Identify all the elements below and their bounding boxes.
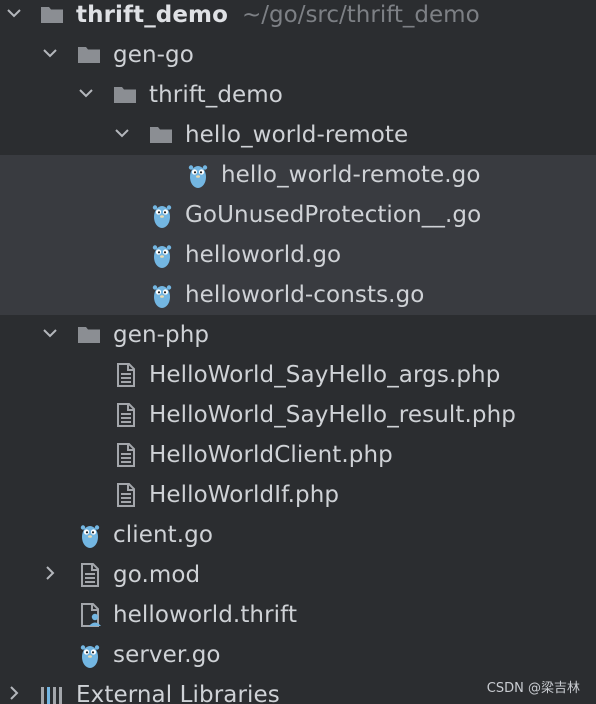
tree-label-php-say-hello-args: HelloWorld_SayHello_args.php (149, 362, 501, 388)
folder-icon (77, 315, 101, 355)
tree-row-go-unused-protection[interactable]: GoUnusedProtection__.go (0, 195, 596, 235)
tree-label-client-go: client.go (113, 522, 214, 548)
tree-row-helloworld-go[interactable]: helloworld.go (0, 235, 596, 275)
text-file-icon (116, 395, 140, 435)
tree-label-hello-world-remote: hello_world-remote (185, 122, 409, 148)
tree-row-helloworld-thrift[interactable]: helloworld.thrift (0, 595, 596, 635)
project-tree: thrift_demo ~/go/src/thrift_demo gen-go … (0, 0, 596, 704)
tree-label-php-client: HelloWorldClient.php (149, 442, 393, 468)
chevron-down-icon[interactable] (78, 75, 98, 115)
tree-row-gen-go[interactable]: gen-go (0, 35, 596, 75)
gopher-icon (79, 515, 103, 555)
libraries-icon (40, 675, 64, 704)
gopher-icon (151, 235, 175, 275)
tree-label-thrift-demo: thrift_demo (149, 82, 283, 108)
gopher-icon (151, 275, 175, 315)
thrift-file-icon (80, 595, 104, 635)
tree-row-php-client[interactable]: HelloWorldClient.php (0, 435, 596, 475)
tree-row-php-say-hello-result[interactable]: HelloWorld_SayHello_result.php (0, 395, 596, 435)
tree-label-external-libraries: External Libraries (76, 682, 280, 704)
text-file-icon (116, 475, 140, 515)
chevron-down-icon[interactable] (114, 115, 134, 155)
watermark: CSDN @梁吉林 (486, 681, 580, 696)
chevron-right-icon[interactable] (6, 675, 26, 704)
tree-row-php-if[interactable]: HelloWorldIf.php (0, 475, 596, 515)
tree-label-helloworld-consts-go: helloworld-consts.go (185, 282, 425, 308)
tree-label-gen-go: gen-go (113, 42, 194, 68)
gopher-icon (79, 635, 103, 675)
tree-row-thrift-demo-root[interactable]: thrift_demo ~/go/src/thrift_demo (0, 0, 596, 35)
chevron-right-icon[interactable] (42, 555, 62, 595)
gopher-icon (187, 155, 211, 195)
tree-label-server-go: server.go (113, 642, 221, 668)
tree-row-client-go[interactable]: client.go (0, 515, 596, 555)
folder-icon (149, 115, 173, 155)
chevron-down-icon[interactable] (6, 0, 26, 35)
tree-label-go-mod: go.mod (113, 562, 201, 588)
tree-label-gen-php: gen-php (113, 322, 210, 348)
text-file-icon (116, 435, 140, 475)
tree-label-php-say-hello-result: HelloWorld_SayHello_result.php (149, 402, 516, 428)
tree-label-helloworld-go: helloworld.go (185, 242, 342, 268)
tree-label-helloworld-thrift: helloworld.thrift (113, 602, 298, 628)
tree-row-gen-go-thrift-demo[interactable]: thrift_demo (0, 75, 596, 115)
folder-icon (113, 75, 137, 115)
tree-label-go-unused-protection: GoUnusedProtection__.go (185, 202, 482, 228)
gopher-icon (151, 195, 175, 235)
tree-row-helloworld-consts-go[interactable]: helloworld-consts.go (0, 275, 596, 315)
tree-label-hello-world-remote-go: hello_world-remote.go (221, 162, 481, 188)
tree-row-hello-world-remote-dir[interactable]: hello_world-remote (0, 115, 596, 155)
tree-row-server-go[interactable]: server.go (0, 635, 596, 675)
text-file-icon (80, 555, 104, 595)
tree-label-php-if: HelloWorldIf.php (149, 482, 340, 508)
tree-row-php-say-hello-args[interactable]: HelloWorld_SayHello_args.php (0, 355, 596, 395)
text-file-icon (116, 355, 140, 395)
tree-row-gen-php[interactable]: gen-php (0, 315, 596, 355)
chevron-down-icon[interactable] (42, 35, 62, 75)
root-path-hint: ~/go/src/thrift_demo (242, 2, 480, 28)
chevron-down-icon[interactable] (42, 315, 62, 355)
folder-icon (40, 0, 64, 35)
folder-icon (77, 35, 101, 75)
tree-label-root: thrift_demo (76, 2, 229, 28)
tree-row-hello-world-remote-go[interactable]: hello_world-remote.go (0, 155, 596, 195)
tree-row-go-mod[interactable]: go.mod (0, 555, 596, 595)
